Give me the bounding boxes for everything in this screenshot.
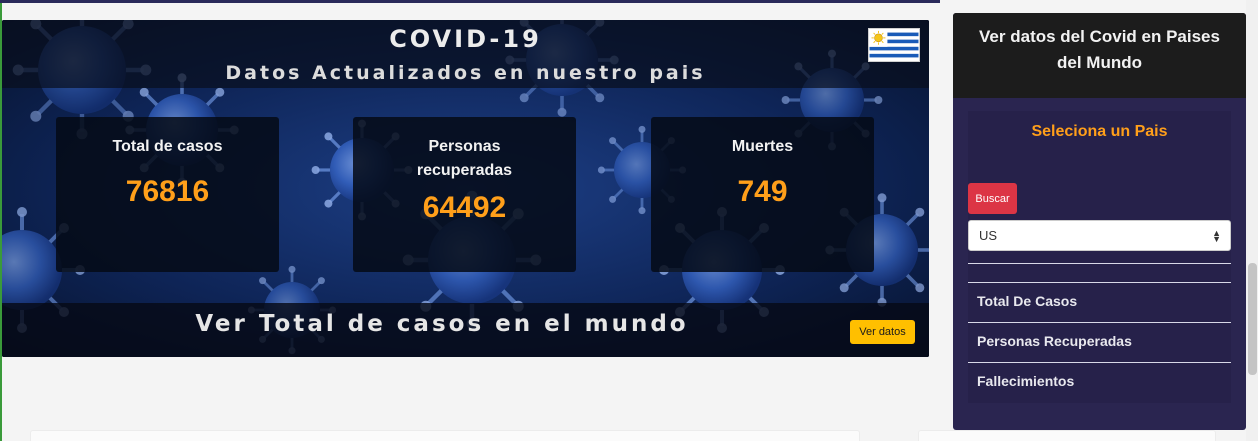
stat-card-deaths: Muertes 749 bbox=[651, 117, 874, 272]
world-data-sidebar: Ver datos del Covid en Paises del Mundo … bbox=[953, 13, 1246, 430]
hero-title: COVID-19 bbox=[389, 25, 542, 53]
country-select[interactable]: US ▲ ▼ bbox=[968, 220, 1231, 251]
hero-header: COVID-19 Datos Actualizados en nuestro p… bbox=[2, 20, 929, 88]
sidebar-title: Ver datos del Covid en Paises del Mundo bbox=[953, 13, 1246, 98]
buscar-button[interactable]: Buscar bbox=[968, 183, 1017, 214]
select-arrows-icon: ▲ ▼ bbox=[1212, 228, 1221, 244]
bottom-card-left bbox=[30, 430, 860, 441]
divider bbox=[968, 362, 1231, 363]
select-country-title: Seleciona un Pais bbox=[1031, 123, 1168, 140]
stat-value: 76816 bbox=[125, 175, 210, 208]
divider bbox=[968, 322, 1231, 323]
divider bbox=[968, 282, 1231, 283]
ver-datos-button[interactable]: Ver datos bbox=[850, 320, 915, 344]
stat-card-recovered: Personas recuperadas 64492 bbox=[353, 117, 576, 272]
stat-label: Personas recuperadas bbox=[416, 138, 513, 179]
stat-value: 64492 bbox=[422, 191, 507, 224]
sidebar-item-total-cases: Total De Casos bbox=[977, 293, 1078, 309]
country-selector-panel: Seleciona un Pais Buscar US ▲ ▼ Total De … bbox=[968, 111, 1231, 403]
sidebar-item-recovered: Personas Recuperadas bbox=[977, 333, 1132, 349]
world-cases-heading: Ver Total de casos en el mundo bbox=[195, 311, 689, 337]
sidebar-item-deaths: Fallecimientos bbox=[977, 373, 1075, 389]
scrollbar-thumb[interactable] bbox=[1248, 263, 1257, 375]
stat-label: Total de casos bbox=[112, 138, 223, 155]
covid-hero-panel: COVID-19 Datos Actualizados en nuestro p… bbox=[2, 20, 929, 357]
selected-country-value: US bbox=[979, 228, 998, 243]
divider bbox=[968, 263, 1231, 264]
bottom-card-right bbox=[918, 430, 1216, 441]
hero-footer: Ver Total de casos en el mundo Ver datos bbox=[2, 303, 929, 357]
uruguay-flag-icon bbox=[868, 28, 920, 62]
stat-card-total-cases: Total de casos 76816 bbox=[56, 117, 279, 272]
stat-value: 749 bbox=[737, 175, 788, 208]
hero-subtitle: Datos Actualizados en nuestro pais bbox=[225, 62, 706, 84]
top-divider bbox=[0, 0, 940, 3]
stat-label: Muertes bbox=[731, 138, 794, 155]
